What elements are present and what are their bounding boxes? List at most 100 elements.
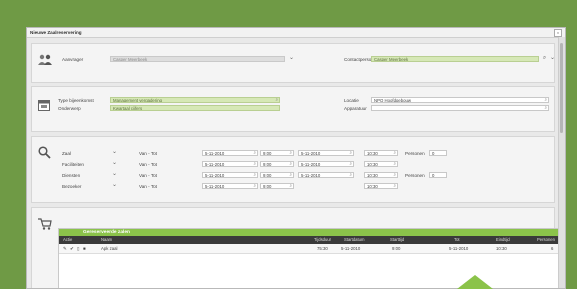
aanvrager-dropdown-icon[interactable]: ⌄ <box>288 55 295 61</box>
date-from-field[interactable]: 5-11-2010 ⌕ <box>202 183 258 189</box>
date-from-icon[interactable]: ⌕ <box>253 151 256 155</box>
time-from-field[interactable]: 9:00 ⌕ <box>260 150 294 156</box>
date-from-value: 5-11-2010 <box>205 151 225 156</box>
date-from-icon[interactable]: ⌕ <box>253 162 256 166</box>
column-header[interactable]: Personen <box>537 237 555 242</box>
date-from-value: 5-11-2010 <box>205 184 225 189</box>
location-field[interactable]: NPQ Hoofdgebouw ⌕ <box>371 97 549 103</box>
time-from-value: 9:00 <box>263 162 272 167</box>
time-to-value: 10:30 <box>367 184 378 189</box>
column-header[interactable]: Tot <box>454 237 460 242</box>
contact-field[interactable]: Casper Meerbeek <box>371 56 539 62</box>
time-to-icon[interactable]: ⌕ <box>393 184 396 188</box>
contact-value: Casper Meerbeek <box>374 57 409 62</box>
vertical-scrollbar[interactable] <box>558 37 565 288</box>
time-from-field[interactable]: 9:00 ⌕ <box>260 161 294 167</box>
date-to-icon[interactable]: ⌕ <box>349 162 352 166</box>
persons-value: 0 <box>432 173 435 178</box>
row-dropdown-icon[interactable]: ⌄ <box>111 182 118 188</box>
aanvrager-label: Aanvrager <box>62 57 84 62</box>
window-titlebar: Nieuwe Zaalreservering x <box>27 28 565 38</box>
equipment-search-icon[interactable]: ⌕ <box>544 106 547 110</box>
time-from-icon[interactable]: ⌕ <box>289 184 292 188</box>
column-header[interactable]: Eindtijd <box>496 237 510 242</box>
persons-field[interactable]: 0 <box>429 172 447 178</box>
time-from-icon[interactable]: ⌕ <box>289 173 292 177</box>
equipment-label: Apparatuur <box>344 106 367 111</box>
date-from-value: 5-11-2010 <box>205 162 225 167</box>
date-from-icon[interactable]: ⌕ <box>253 184 256 188</box>
aanvrager-field[interactable]: Casper Meerbeek <box>110 56 285 62</box>
contact-search-icon[interactable]: ⌕ <box>541 55 548 61</box>
cell-end-date: 5-11-2010 <box>449 246 469 251</box>
location-value: NPQ Hoofdgebouw <box>374 98 412 103</box>
location-search-icon[interactable]: ⌕ <box>544 98 547 102</box>
time-to-icon[interactable]: ⌕ <box>393 173 396 177</box>
time-to-field[interactable]: 10:30 ⌕ <box>364 172 398 178</box>
time-from-field[interactable]: 9:00 ⌕ <box>260 172 294 178</box>
date-to-field[interactable]: 5-11-2010 ⌕ <box>298 172 354 178</box>
column-header[interactable]: Naam <box>101 237 112 242</box>
time-from-value: 9:00 <box>263 173 272 178</box>
folder-icon[interactable]: ■ <box>83 246 86 251</box>
cell-persons: 6 <box>551 246 554 251</box>
time-to-field[interactable]: 10:30 ⌕ <box>364 161 398 167</box>
time-to-value: 10:30 <box>367 151 378 156</box>
type-field[interactable]: Management vergadering ⌕ <box>110 97 280 103</box>
scrollbar-thumb[interactable] <box>560 43 563 133</box>
time-from-icon[interactable]: ⌕ <box>289 162 292 166</box>
column-header[interactable]: Actie <box>63 237 72 242</box>
contact-dropdown-icon[interactable]: ⌄ <box>549 55 556 61</box>
time-to-icon[interactable]: ⌕ <box>393 151 396 155</box>
time-to-field[interactable]: 10:30 ⌕ <box>364 183 398 189</box>
type-label: Type bijeenkomst <box>58 98 94 103</box>
meeting-section: Type bijeenkomst Management vergadering … <box>31 86 555 132</box>
row-dropdown-icon[interactable]: ⌄ <box>111 149 118 155</box>
row-label: Bezoeker <box>62 184 82 189</box>
time-to-value: 10:30 <box>367 162 378 167</box>
date-from-field[interactable]: 5-11-2010 ⌕ <box>202 150 258 156</box>
table-row[interactable]: ✎ ✔ ▯ ■ Apk zaal 75:30 5-11-2010 9:00 5-… <box>59 244 563 254</box>
time-to-field[interactable]: 10:30 ⌕ <box>364 150 398 156</box>
date-to-value: 5-11-2010 <box>301 151 321 156</box>
date-to-field[interactable]: 5-11-2010 ⌕ <box>298 161 354 167</box>
row-dropdown-icon[interactable]: ⌄ <box>111 160 118 166</box>
time-from-value: 9:00 <box>263 151 272 156</box>
cell-start-time: 9:00 <box>392 246 401 251</box>
date-to-icon[interactable]: ⌕ <box>349 173 352 177</box>
date-from-field[interactable]: 5-11-2010 ⌕ <box>202 172 258 178</box>
date-to-field[interactable]: 5-11-2010 ⌕ <box>298 150 354 156</box>
time-to-icon[interactable]: ⌕ <box>393 162 396 166</box>
time-from-field[interactable]: 9:00 ⌕ <box>260 183 294 189</box>
type-search-icon[interactable]: ⌕ <box>275 98 278 102</box>
subject-field[interactable]: Kwartaal cijfers <box>110 105 280 111</box>
column-header[interactable]: Startdatum <box>344 237 364 242</box>
time-to-value: 10:30 <box>367 173 378 178</box>
persons-value: 0 <box>432 151 435 156</box>
table-header: Actie Naam Tijdsduur Startdatum Starttij… <box>59 236 563 244</box>
column-header[interactable]: Tijdsduur <box>314 237 331 242</box>
highlight-arrow <box>457 275 493 289</box>
column-header[interactable]: Starttijd <box>390 237 404 242</box>
date-to-value: 5-11-2010 <box>301 173 321 178</box>
edit-icon[interactable]: ✎ <box>63 246 67 252</box>
table-title: Gereserveerde zalen <box>83 230 130 235</box>
time-from-icon[interactable]: ⌕ <box>289 151 292 155</box>
close-button[interactable]: x <box>554 29 562 37</box>
equipment-field[interactable]: ⌕ <box>371 105 549 111</box>
date-from-icon[interactable]: ⌕ <box>253 173 256 177</box>
aanvrager-value: Casper Meerbeek <box>113 57 148 62</box>
location-label: Locatie <box>344 98 359 103</box>
row-label: Faciliteiten <box>62 162 84 167</box>
document-icon[interactable]: ▯ <box>77 246 79 252</box>
date-to-icon[interactable]: ⌕ <box>349 151 352 155</box>
date-from-field[interactable]: 5-11-2010 ⌕ <box>202 161 258 167</box>
search-icon <box>38 146 51 159</box>
table-title-bar: Gereserveerde zalen <box>59 229 563 236</box>
type-value: Management vergadering <box>113 98 162 103</box>
row-mode: Van - Tot <box>139 151 157 156</box>
check-icon[interactable]: ✔ <box>70 246 74 252</box>
requester-section: Aanvrager Casper Meerbeek ⌄ Contactperso… <box>31 43 555 83</box>
row-dropdown-icon[interactable]: ⌄ <box>111 171 118 177</box>
persons-field[interactable]: 0 <box>429 150 447 156</box>
